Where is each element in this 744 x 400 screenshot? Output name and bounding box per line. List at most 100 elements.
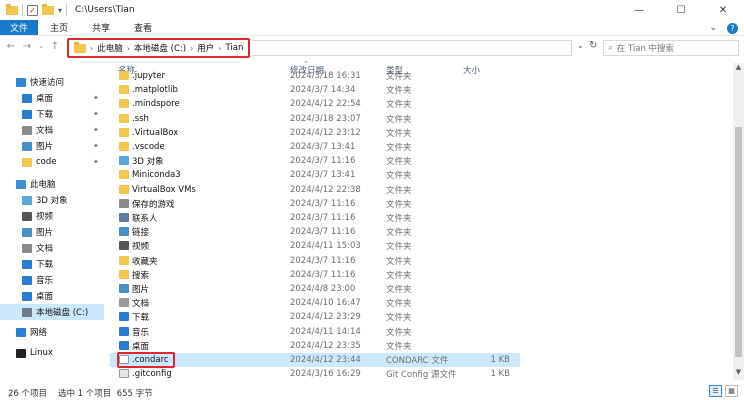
music-icon <box>119 326 129 336</box>
sidebar-item[interactable]: 快速访问 <box>0 74 104 90</box>
refresh-icon[interactable]: ↻ <box>589 40 597 51</box>
file-type: 文件夹 <box>386 242 412 253</box>
file-row[interactable]: 联系人 2024/3/7 11:16 文件夹 <box>110 211 520 225</box>
file-icon <box>119 355 129 364</box>
file-date: 2024/3/18 16:31 <box>290 71 361 81</box>
file-row[interactable]: 图片 2024/4/8 23:00 文件夹 <box>110 282 520 296</box>
chevron-right-icon[interactable]: › <box>127 44 130 53</box>
file-name: .ssh <box>132 113 149 124</box>
file-name: .VirtualBox <box>132 127 179 138</box>
file-name: 下载 <box>132 313 150 324</box>
sidebar-item[interactable]: 图片 <box>0 224 104 240</box>
file-row[interactable]: .gitconfig 2024/3/16 16:29 Git Config 源文件 1… <box>110 367 520 379</box>
file-row[interactable]: 收藏夹 2024/3/7 11:16 文件夹 <box>110 254 520 268</box>
file-row[interactable]: .ssh 2024/3/18 23:07 文件夹 <box>110 112 520 126</box>
gitconfig-icon <box>119 369 129 379</box>
chevron-right-icon[interactable]: › <box>90 44 93 53</box>
file-row[interactable]: 音乐 2024/4/11 14:14 文件夹 <box>110 325 520 339</box>
folder-icon <box>119 113 129 123</box>
sidebar-item[interactable]: 文档 ✦ <box>0 122 104 138</box>
sidebar-item[interactable]: 音乐 <box>0 272 104 288</box>
chevron-right-icon[interactable]: › <box>190 44 193 53</box>
file-row[interactable]: Miniconda3 2024/3/7 13:41 文件夹 <box>110 168 520 182</box>
search-input[interactable]: ⌕ 在 Tian 中搜索 <box>603 40 739 56</box>
recent-locations-icon[interactable]: ⌄ <box>34 42 48 50</box>
sidebar-item[interactable]: 此电脑 <box>0 176 104 192</box>
file-row[interactable]: .vscode 2024/3/7 13:41 文件夹 <box>110 140 520 154</box>
sidebar-item[interactable]: 文档 <box>0 240 104 256</box>
tab-view[interactable]: 查看 <box>122 20 164 35</box>
details-view-icon[interactable]: ☰ <box>709 385 722 397</box>
divider <box>66 4 68 16</box>
sidebar-item-label: Linux <box>30 348 53 358</box>
help-icon[interactable]: ? <box>727 22 738 34</box>
file-row[interactable]: .mindspore 2024/4/12 22:54 文件夹 <box>110 97 520 111</box>
scroll-thumb[interactable] <box>735 127 742 357</box>
sidebar-item[interactable]: 视频 <box>0 208 104 224</box>
sidebar-item[interactable]: 图片 ✦ <box>0 138 104 154</box>
links-icon <box>119 227 129 237</box>
scroll-down-icon[interactable]: ▼ <box>733 368 744 380</box>
sidebar-item[interactable]: 下载 ✦ <box>0 106 104 122</box>
up-arrow-icon[interactable]: ↑ <box>48 41 62 52</box>
sidebar-item-label: code <box>36 157 57 167</box>
tab-home[interactable]: 主页 <box>38 20 80 35</box>
chevron-right-icon[interactable]: › <box>218 44 221 53</box>
sidebar-item[interactable]: 3D 对象 <box>0 192 104 208</box>
file-name: 文档 <box>132 299 150 310</box>
tab-file[interactable]: 文件 <box>0 20 39 35</box>
vertical-scrollbar[interactable]: ▲ ▼ <box>733 63 744 380</box>
maximize-button[interactable]: ☐ <box>660 0 702 20</box>
minimize-button[interactable]: — <box>618 0 660 20</box>
breadcrumb[interactable]: › 此电脑 › 本地磁盘 (C:) › 用户 › Tian <box>67 38 250 58</box>
sidebar-item[interactable]: 网络 <box>0 324 104 340</box>
window-controls: — ☐ ✕ <box>618 0 744 20</box>
file-row[interactable]: .VirtualBox 2024/4/12 23:12 文件夹 <box>110 126 520 140</box>
sidebar-item[interactable]: 桌面 ✦ <box>0 90 104 106</box>
file-date: 2024/4/12 22:38 <box>290 184 361 195</box>
sidebar-item[interactable]: 下载 <box>0 256 104 272</box>
file-type: 文件夹 <box>386 100 412 111</box>
sidebar-item[interactable]: 本地磁盘 (C:) <box>0 304 104 320</box>
properties-icon[interactable]: ✓ <box>27 4 38 16</box>
address-history-icon[interactable]: ⌄ <box>577 41 584 50</box>
file-row[interactable]: .jupyter 2024/3/18 16:31 文件夹 <box>110 69 520 83</box>
address-bar-empty[interactable] <box>252 40 572 56</box>
customize-toolbar-icon[interactable]: ▾ <box>58 6 62 15</box>
file-row[interactable]: 下载 2024/4/12 23:29 文件夹 <box>110 310 520 324</box>
breadcrumb-drive-c[interactable]: 本地磁盘 (C:) <box>134 42 186 54</box>
file-row[interactable]: 保存的游戏 2024/3/7 11:16 文件夹 <box>110 197 520 211</box>
large-icons-view-icon[interactable]: ▦ <box>725 385 738 397</box>
file-row[interactable]: 3D 对象 2024/3/7 11:16 文件夹 <box>110 154 520 168</box>
quick-access-toolbar: ✓ ▾ <box>0 0 68 20</box>
file-row[interactable]: 桌面 2024/4/12 23:35 文件夹 <box>110 339 520 353</box>
pin-icon: ✦ <box>93 126 99 134</box>
sidebar-item[interactable]: code ✦ <box>0 154 104 170</box>
sidebar-item-label: 视频 <box>36 212 54 222</box>
search-placeholder: 在 Tian 中搜索 <box>616 44 675 54</box>
file-row[interactable]: 文档 2024/4/10 16:47 文件夹 <box>110 296 520 310</box>
contacts-icon <box>119 213 129 222</box>
file-row[interactable]: 链接 2024/3/7 11:16 文件夹 <box>110 225 520 239</box>
ribbon-right: ⌄ ? <box>709 20 738 36</box>
back-arrow-icon[interactable]: ← <box>4 41 18 52</box>
file-row[interactable]: .condarc 2024/4/12 23:44 CONDARC 文件 1 KB <box>110 353 520 367</box>
file-name: 联系人 <box>132 214 158 224</box>
file-row[interactable]: .matplotlib 2024/3/7 14:34 文件夹 <box>110 83 520 97</box>
document-icon <box>119 298 129 308</box>
file-row[interactable]: VirtualBox VMs 2024/4/12 22:38 文件夹 <box>110 183 520 197</box>
forward-arrow-icon[interactable]: → <box>20 41 34 52</box>
sidebar-item[interactable]: 桌面 <box>0 288 104 304</box>
file-row[interactable]: 搜索 2024/3/7 11:16 文件夹 <box>110 268 520 282</box>
file-row[interactable]: 视频 2024/4/11 15:03 文件夹 <box>110 239 520 253</box>
chevron-down-icon[interactable]: ⌄ <box>709 23 717 33</box>
scroll-up-icon[interactable]: ▲ <box>733 63 744 75</box>
tab-share[interactable]: 共享 <box>80 20 122 35</box>
new-folder-icon[interactable] <box>42 3 54 15</box>
breadcrumb-tian[interactable]: Tian <box>225 43 243 53</box>
file-name: 音乐 <box>132 327 150 338</box>
breadcrumb-this-pc[interactable]: 此电脑 <box>97 42 123 54</box>
sidebar-item[interactable]: Linux <box>0 345 104 361</box>
breadcrumb-users[interactable]: 用户 <box>197 42 214 54</box>
close-button[interactable]: ✕ <box>702 0 744 20</box>
